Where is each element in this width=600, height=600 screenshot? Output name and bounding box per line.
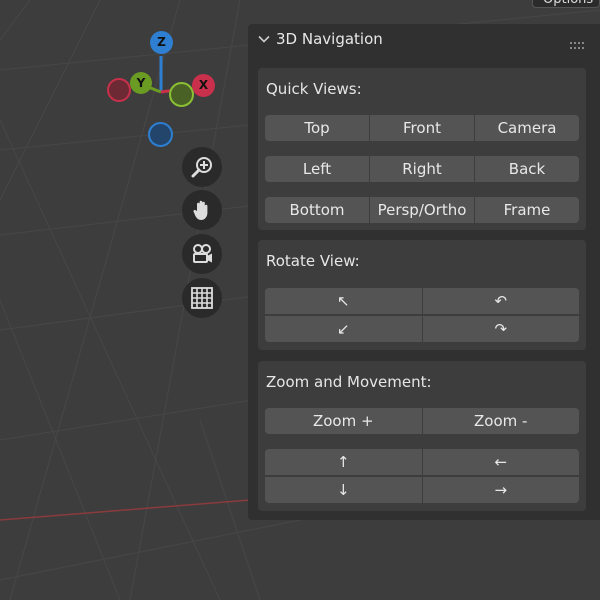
rotate-view-box: Rotate View: ↖ ↶ ↙ ↷ — [258, 240, 586, 350]
zoom-out-button[interactable]: Zoom - — [422, 408, 579, 434]
gizmo-z-label: Z — [157, 35, 166, 49]
move-row-1: ↑ ← — [265, 449, 579, 475]
gizmo-neg-z-axis[interactable] — [148, 122, 173, 147]
orbit-down-left-button[interactable]: ↙ — [265, 316, 423, 342]
right-view-button[interactable]: Right — [370, 156, 475, 182]
gizmo-y-label: Y — [136, 76, 146, 90]
zoom-movement-box: Zoom and Movement: Zoom + Zoom - ↑ ← ↓ → — [258, 361, 586, 511]
front-view-button[interactable]: Front — [370, 115, 475, 141]
top-view-button[interactable]: Top — [265, 115, 370, 141]
gizmo-neg-y-axis[interactable] — [169, 82, 194, 107]
zoom-in-button[interactable]: Zoom + — [265, 408, 423, 434]
quick-views-box: Quick Views: Top Front Camera Left Right… — [258, 68, 586, 230]
move-left-button[interactable]: ← — [422, 449, 579, 475]
panel-header[interactable]: 3D Navigation — [248, 24, 600, 54]
gizmo-neg-x-axis[interactable] — [107, 78, 131, 102]
rotate-row-2: ↙ ↷ — [265, 315, 579, 342]
move-up-button[interactable]: ↑ — [265, 449, 423, 475]
orbit-up-left-button[interactable]: ↖ — [265, 288, 423, 314]
roll-right-button[interactable]: ↷ — [422, 316, 579, 342]
gizmo-x-axis[interactable]: X — [192, 74, 215, 97]
move-right-button[interactable]: → — [422, 477, 579, 503]
camera-view-button[interactable] — [182, 234, 222, 274]
zoom-movement-title: Zoom and Movement: — [266, 373, 432, 391]
back-view-button[interactable]: Back — [475, 156, 579, 182]
chevron-down-icon — [258, 33, 270, 45]
hand-pan-icon — [193, 200, 208, 220]
roll-left-button[interactable]: ↶ — [422, 288, 579, 314]
quick-views-row-3: Bottom Persp/Ortho Frame — [265, 197, 579, 223]
move-row-2: ↓ → — [265, 476, 579, 503]
zoom-icon — [191, 157, 212, 178]
left-view-button[interactable]: Left — [265, 156, 370, 182]
zoom-button[interactable] — [182, 147, 222, 187]
camera-view-toggle-button[interactable]: Camera — [475, 115, 579, 141]
bottom-view-button[interactable]: Bottom — [265, 197, 370, 223]
rotate-view-title: Rotate View: — [266, 252, 360, 270]
options-tab[interactable]: Options — [532, 0, 600, 8]
camera-icon — [193, 244, 212, 263]
quick-views-row-2: Left Right Back — [265, 156, 579, 182]
navigation-panel: 3D Navigation Quick Views: Top Front Cam… — [248, 24, 600, 520]
quick-views-title: Quick Views: — [266, 80, 362, 98]
frame-button[interactable]: Frame — [475, 197, 579, 223]
panel-title: 3D Navigation — [276, 30, 383, 48]
pan-button[interactable] — [182, 190, 222, 230]
grid-icon — [191, 287, 213, 309]
rotate-row-1: ↖ ↶ — [265, 288, 579, 314]
drag-grip-icon[interactable] — [570, 36, 586, 54]
gizmo-y-axis[interactable]: Y — [130, 72, 152, 94]
persp-ortho-button[interactable]: Persp/Ortho — [370, 197, 475, 223]
quick-views-row-1: Top Front Camera — [265, 115, 579, 141]
zoom-row: Zoom + Zoom - — [265, 408, 579, 434]
gizmo-z-axis[interactable]: Z — [150, 31, 173, 54]
grid-view-button[interactable] — [182, 278, 222, 318]
move-down-button[interactable]: ↓ — [265, 477, 423, 503]
gizmo-x-label: X — [198, 78, 209, 92]
